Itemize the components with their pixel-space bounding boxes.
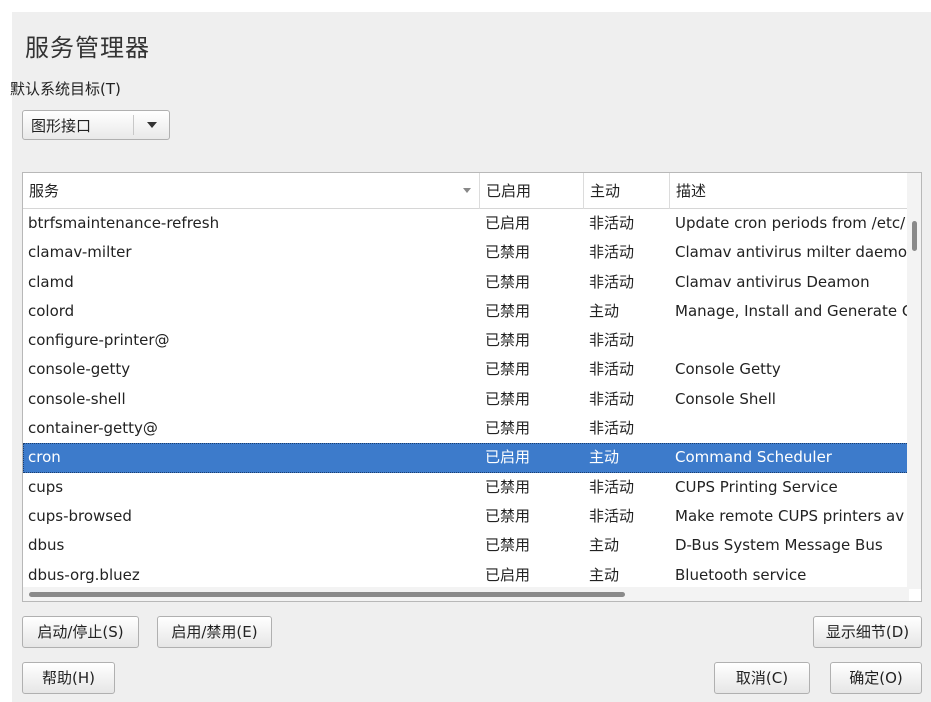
active-state-cell: 非活动: [589, 214, 635, 232]
table-row[interactable]: cron 已启用 主动 Command Scheduler: [23, 443, 909, 473]
enabled-state-cell: 已启用: [485, 565, 531, 584]
description-cell: Clamav antivirus Deamon: [675, 272, 870, 291]
service-name-cell: colord: [28, 301, 75, 320]
vertical-scrollbar[interactable]: [907, 173, 921, 589]
description-cell: Bluetooth service: [675, 565, 807, 584]
table-header: 服务 已启用 主动 描述: [23, 173, 909, 209]
service-name-cell: dbus-org.bluez: [28, 565, 140, 584]
service-name-cell: configure-printer@: [28, 331, 170, 350]
cancel-button[interactable]: 取消(C): [714, 662, 810, 694]
active-state-cell: 主动: [589, 448, 620, 467]
service-name-cell: cron: [28, 448, 61, 467]
active-state-cell: 主动: [589, 536, 620, 555]
chevron-down-icon[interactable]: [134, 122, 169, 128]
sort-arrow-icon: [463, 188, 471, 193]
table-row[interactable]: dbus 已禁用 主动 D-Bus System Message Bus: [23, 531, 909, 560]
table-row[interactable]: colord 已禁用 主动 Manage, Install and Generate …: [23, 297, 909, 326]
enabled-state-cell: 已禁用: [485, 506, 531, 525]
enabled-state-cell: 已禁用: [485, 536, 531, 555]
description-cell: Make remote CUPS printers av: [675, 506, 905, 525]
table-row[interactable]: console-getty 已禁用 非活动 Console Getty: [23, 355, 909, 384]
table-row[interactable]: btrfsmaintenance-refresh 已启用 非活动 Update cro…: [23, 209, 909, 238]
table-body: btrfsmaintenance-refresh 已启用 非活动 Update cro…: [23, 209, 909, 590]
enabled-state-cell: 已禁用: [485, 477, 531, 496]
table-row[interactable]: cups 已禁用 非活动 CUPS Printing Service: [23, 473, 909, 502]
column-header-enabled[interactable]: 已启用: [480, 173, 584, 209]
service-name-cell: cups: [28, 477, 64, 496]
description-cell: Update cron periods from /etc/: [675, 214, 906, 232]
service-name-cell: cups-browsed: [28, 506, 132, 525]
active-state-cell: 主动: [589, 565, 620, 584]
service-name-cell: console-getty: [28, 360, 131, 379]
active-state-cell: 非活动: [589, 419, 635, 438]
active-state-cell: 非活动: [589, 272, 635, 291]
table-row[interactable]: clamd 已禁用 非活动 Clamav antivirus Deamon: [23, 268, 909, 297]
window-title: 服务管理器: [25, 34, 150, 62]
active-state-cell: 非活动: [589, 243, 635, 262]
default-target-combobox[interactable]: 图形接口: [22, 110, 170, 140]
service-name-cell: dbus: [28, 536, 65, 555]
table-row[interactable]: configure-printer@ 已禁用 非活动: [23, 326, 909, 355]
active-state-cell: 主动: [589, 301, 620, 320]
table-row[interactable]: container-getty@ 已禁用 非活动: [23, 414, 909, 443]
enabled-state-cell: 已禁用: [485, 419, 531, 438]
description-cell: Console Shell: [675, 389, 776, 408]
enable-disable-button[interactable]: 启用/禁用(E): [157, 616, 272, 648]
active-state-cell: 非活动: [589, 360, 635, 379]
description-cell: Manage, Install and Generate C: [675, 301, 909, 320]
enabled-state-cell: 已启用: [485, 214, 531, 232]
active-state-cell: 非活动: [589, 389, 635, 408]
service-name-cell: btrfsmaintenance-refresh: [28, 214, 220, 232]
enabled-state-cell: 已禁用: [485, 272, 531, 291]
default-target-label: 默认系统目标(T): [10, 80, 121, 98]
table-row[interactable]: console-shell 已禁用 非活动 Console Shell: [23, 385, 909, 414]
services-table: 服务 已启用 主动 描述 btrfsmaintenance-refresh 已启用…: [22, 172, 922, 602]
service-name-cell: clamav-milter: [28, 243, 132, 262]
enabled-state-cell: 已禁用: [485, 360, 531, 379]
enabled-state-cell: 已禁用: [485, 243, 531, 262]
table-row[interactable]: cups-browsed 已禁用 非活动 Make remote CUPS print…: [23, 502, 909, 531]
description-cell: [670, 414, 909, 443]
column-header-active[interactable]: 主动: [584, 173, 670, 209]
help-button[interactable]: 帮助(H): [22, 662, 115, 694]
active-state-cell: 非活动: [589, 477, 635, 496]
description-cell: Command Scheduler: [675, 448, 832, 467]
show-details-button[interactable]: 显示细节(D): [813, 616, 922, 648]
column-header-service[interactable]: 服务: [23, 173, 480, 209]
description-cell: [670, 326, 909, 355]
table-row[interactable]: dbus-org.bluez 已启用 主动 Bluetooth service: [23, 561, 909, 590]
active-state-cell: 非活动: [589, 506, 635, 525]
column-header-description[interactable]: 描述: [670, 173, 909, 209]
description-cell: CUPS Printing Service: [675, 477, 838, 496]
enabled-state-cell: 已禁用: [485, 331, 531, 350]
enabled-state-cell: 已禁用: [485, 301, 531, 320]
ok-button[interactable]: 确定(O): [830, 662, 922, 694]
horizontal-scrollbar[interactable]: [23, 587, 909, 601]
vertical-scrollbar-thumb[interactable]: [912, 221, 917, 251]
enabled-state-cell: 已启用: [485, 448, 531, 467]
default-target-value: 图形接口: [31, 116, 92, 135]
service-name-cell: console-shell: [28, 389, 126, 408]
description-cell: Console Getty: [675, 360, 781, 379]
table-row[interactable]: clamav-milter 已禁用 非活动 Clamav antivirus milt…: [23, 238, 909, 267]
description-cell: Clamav antivirus milter daemon: [675, 243, 909, 262]
active-state-cell: 非活动: [589, 331, 635, 350]
service-name-cell: container-getty@: [28, 419, 158, 438]
horizontal-scrollbar-thumb[interactable]: [29, 592, 625, 597]
description-cell: D-Bus System Message Bus: [675, 536, 883, 555]
service-name-cell: clamd: [28, 272, 74, 291]
enabled-state-cell: 已禁用: [485, 389, 531, 408]
start-stop-button[interactable]: 启动/停止(S): [22, 616, 139, 648]
